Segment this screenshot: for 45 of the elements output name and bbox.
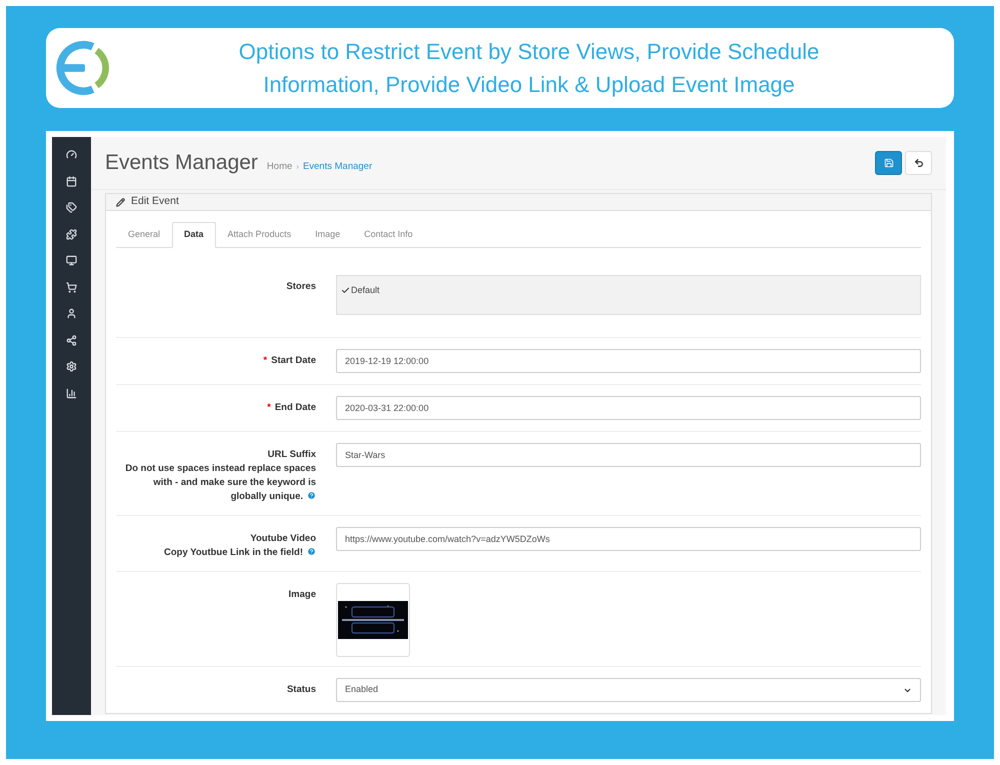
calendar-icon[interactable] bbox=[66, 176, 77, 186]
tab[interactable]: Image bbox=[303, 222, 352, 248]
share-icon[interactable] bbox=[66, 334, 77, 346]
save-button[interactable] bbox=[875, 151, 902, 175]
banner-title: Options to Restrict Event by Store Views, Provide Schedule Information, Provide Video Link & Upload Event Image bbox=[238, 38, 820, 99]
help-text: Do not use spaces instead replace spaces with - and make sure the keyword is globally unique. bbox=[124, 462, 316, 504]
help-text: Copy Youtbue Link in the field! bbox=[116, 546, 316, 560]
undo-icon bbox=[914, 158, 924, 168]
text-field[interactable]: https://www.youtube.com/watch?v=adzYW5DZoWs bbox=[336, 527, 921, 551]
required-mark: * bbox=[263, 355, 268, 366]
field-label: Image bbox=[288, 589, 316, 600]
field-label: End Date bbox=[274, 402, 316, 413]
tab[interactable]: Contact Info bbox=[352, 222, 425, 248]
field-label: Start Date bbox=[271, 355, 316, 366]
text-field[interactable]: 2020-03-31 22:00:00 bbox=[336, 396, 921, 420]
tab[interactable]: Attach Products bbox=[216, 222, 304, 248]
user-icon[interactable] bbox=[66, 308, 77, 319]
save-icon bbox=[884, 158, 894, 168]
pencil-icon bbox=[116, 198, 125, 206]
text-field[interactable]: Star-Wars bbox=[336, 443, 921, 467]
settings-icon[interactable] bbox=[66, 361, 77, 372]
field-label: Status bbox=[286, 684, 316, 695]
tab[interactable]: Data bbox=[172, 222, 216, 248]
tags-icon[interactable] bbox=[66, 202, 77, 213]
required-mark: * bbox=[267, 402, 271, 413]
tab[interactable]: General bbox=[116, 222, 172, 248]
checkbox[interactable] bbox=[341, 286, 350, 296]
bar-chart-icon[interactable] bbox=[66, 388, 77, 398]
field-label: URL Suffix bbox=[268, 449, 316, 460]
help-icon bbox=[307, 491, 316, 500]
back-button[interactable] bbox=[905, 151, 932, 175]
checkbox-label: Default bbox=[351, 284, 380, 297]
status-select[interactable]: Enabled bbox=[336, 678, 921, 702]
dashboard-icon[interactable] bbox=[66, 149, 77, 160]
monitor-icon[interactable] bbox=[66, 255, 77, 266]
help-icon bbox=[307, 547, 316, 556]
image-thumbnail[interactable] bbox=[336, 583, 410, 657]
page-title: Events Manager bbox=[105, 150, 258, 176]
puzzle-icon[interactable] bbox=[66, 228, 77, 240]
field-label: Youtube Video bbox=[250, 533, 316, 544]
field-label: Stores bbox=[286, 281, 316, 292]
panel-title: Edit Event bbox=[131, 194, 179, 210]
text-field[interactable]: 2019-12-19 12:00:00 bbox=[336, 349, 921, 373]
cart-icon[interactable] bbox=[66, 282, 77, 292]
breadcrumb-separator: › bbox=[296, 161, 299, 174]
